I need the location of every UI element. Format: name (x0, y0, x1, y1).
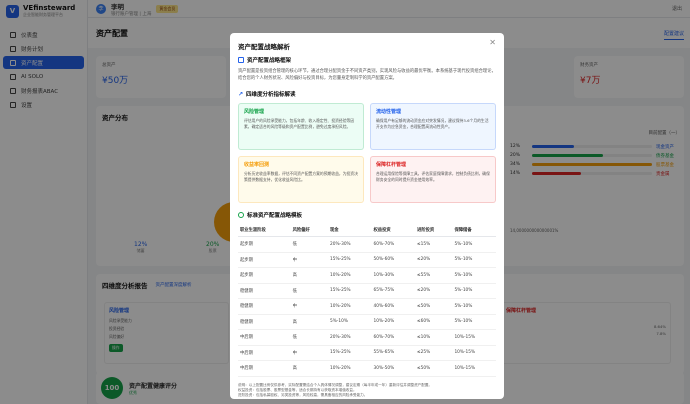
table-cell: 10%-15% (452, 329, 496, 346)
heading-label: 四维度分析指标解读 (246, 92, 296, 98)
indicator-box: 收益率回测分析历史收益率数据，评估不同资产配置方案的预期收益，为投资决策提供数据… (238, 156, 364, 203)
table-cell: 60%-70% (371, 329, 416, 346)
table-cell: 稳健期 (238, 314, 291, 330)
table-header: 现金 (327, 224, 372, 237)
indicator-text: 合理运用保险等保障工具，评估家庭保障需求，控制负债比例，确保财务安全的同时提升资… (376, 171, 490, 182)
shield-icon (238, 212, 244, 218)
book-icon (238, 57, 244, 63)
table-cell: 15%-25% (327, 283, 372, 299)
heading-label: 资产配置战略框架 (247, 58, 292, 64)
table-cell: ≤60% (415, 314, 453, 330)
table-cell: 30%-50% (371, 360, 416, 377)
table-row: 稳健期中 10%-20% 40%-60% ≤50% 5%-10% (238, 298, 496, 315)
table-header: 进阶投资 (415, 224, 453, 237)
table-cell: 60%-70% (371, 236, 416, 253)
table-cell: ≤20% (415, 252, 453, 268)
notes: 说明：以上配置比例仅供参考，实际配置需结合个人具体情况调整，建议定期（每半年或一… (238, 383, 496, 400)
table-cell: 高 (290, 314, 328, 330)
section-heading: 资产配置战略框架 (238, 56, 496, 64)
table-cell: ≤50% (415, 298, 453, 315)
table-cell: 高 (290, 267, 328, 284)
table-row: 起步期高 10%-20% 10%-30% ≤55% 5%-10% (238, 267, 496, 284)
table-cell: 中 (290, 345, 328, 361)
table-header-row: 职业生涯阶段 风险偏好 现金 权益投资 进阶投资 保障储备 (238, 224, 496, 237)
table-cell: 5%-10% (327, 314, 372, 330)
table-cell: 5%-10% (452, 236, 496, 253)
indicator-box: 保障杠杆管理合理运用保险等保障工具，评估家庭保障需求，控制负债比例，确保财务安全… (370, 156, 496, 203)
table-cell: 10%-20% (327, 360, 372, 377)
heading-label: 标准资产配置战略模板 (247, 213, 303, 219)
indicator-grid: 风险管理评估用户的风险承受能力，包括年龄、收入稳定性、投资经验等因素，确定适合的… (238, 103, 496, 203)
table-cell: 起步期 (238, 252, 291, 268)
modal-title: 资产配置战略解析 (238, 43, 290, 51)
indicator-title: 收益率回测 (244, 162, 270, 168)
indicator-title: 流动性管理 (376, 109, 402, 115)
indicator-title: 风险管理 (244, 109, 265, 115)
table-cell: 起步期 (238, 267, 291, 284)
table-cell: 20%-30% (327, 236, 372, 253)
indicator-box: 风险管理评估用户的风险承受能力，包括年龄、收入稳定性、投资经验等因素，确定适合的… (238, 103, 364, 150)
table-cell: 5%-10% (452, 252, 496, 268)
table-cell: 10%-20% (371, 314, 416, 330)
table-cell: 中 (290, 298, 328, 315)
table-cell: 低 (290, 283, 328, 299)
table-row: 起步期低 20%-30% 60%-70% ≤15% 5%-10% (238, 236, 496, 253)
table-row: 稳健期低 15%-25% 65%-75% ≤20% 5%-10% (238, 283, 496, 299)
table-cell: 中 (290, 252, 328, 268)
table-header: 权益投资 (371, 224, 416, 237)
table-cell: ≤25% (415, 345, 453, 361)
table-cell: 稳健期 (238, 283, 291, 299)
table-cell: 低 (290, 329, 328, 346)
table-cell: 高 (290, 360, 328, 377)
table-header: 风险偏好 (290, 224, 328, 237)
table-cell: 20%-30% (327, 329, 372, 346)
section-heading: ↗ 四维度分析指标解读 (238, 90, 496, 99)
table-cell: 10%-20% (327, 267, 372, 284)
strategy-modal: 资产配置战略解析 ✕ 资产配置战略框架 资产配置是投资组合管理的核心环节，通过合… (230, 33, 504, 399)
table-cell: ≤20% (415, 283, 453, 299)
indicator-text: 确保用户有足够的流动资金应对突发情况，建议保持3-6个月的生活开支作为应急资金，… (376, 118, 489, 129)
table-cell: 起步期 (238, 236, 291, 253)
table-cell: 中后期 (238, 329, 291, 346)
table-cell: 5%-10% (452, 267, 496, 284)
table-cell: 15%-25% (327, 345, 372, 361)
table-cell: ≤50% (415, 360, 453, 377)
table-row: 中后期高 10%-20% 30%-50% ≤50% 10%-15% (238, 360, 496, 377)
template-table: 职业生涯阶段 风险偏好 现金 权益投资 进阶投资 保障储备 起步期低 20%-30% 60%-… (238, 224, 496, 377)
table-body: 起步期低 20%-30% 60%-70% ≤15% 5%-10% 起步期中 15%-25% 5… (238, 236, 496, 377)
table-row: 起步期中 15%-25% 50%-60% ≤20% 5%-10% (238, 252, 496, 268)
table-cell: 5%-10% (452, 314, 496, 330)
table-row: 中后期中 15%-25% 55%-65% ≤25% 10%-15% (238, 345, 496, 361)
table-cell: 15%-25% (327, 252, 372, 268)
intro-text: 资产配置是投资组合管理的核心环节，通过合理分配资金于不同资产类别，实现风险与收益… (238, 69, 496, 81)
table-cell: 5%-10% (452, 298, 496, 315)
close-icon[interactable]: ✕ (489, 38, 496, 47)
table-cell: 10%-15% (452, 345, 496, 361)
table-cell: 65%-75% (371, 283, 416, 299)
table-cell: 10%-20% (327, 298, 372, 315)
table-cell: ≤15% (415, 236, 453, 253)
table-cell: ≤10% (415, 329, 453, 346)
indicator-box: 流动性管理确保用户有足够的流动资金应对突发情况，建议保持3-6个月的生活开支作为… (370, 103, 496, 150)
table-row: 稳健期高 5%-10% 10%-20% ≤60% 5%-10% (238, 314, 496, 330)
indicator-title: 保障杠杆管理 (376, 162, 407, 168)
table-cell: 50%-60% (371, 252, 416, 268)
table-row: 中后期低 20%-30% 60%-70% ≤10% 10%-15% (238, 329, 496, 346)
table-cell: 稳健期 (238, 298, 291, 315)
table-cell: 5%-10% (452, 283, 496, 299)
table-cell: 55%-65% (371, 345, 416, 361)
indicator-text: 分析历史收益率数据，评估不同资产配置方案的预期收益，为投资决策提供数据支持，优化… (244, 171, 358, 182)
table-cell: 10%-15% (452, 360, 496, 377)
indicator-text: 评估用户的风险承受能力，包括年龄、收入稳定性、投资经验等因素，确定适合的风险等级… (244, 118, 355, 129)
table-header: 保障储备 (452, 224, 496, 237)
section-heading: 标准资产配置战略模板 (238, 211, 496, 219)
table-cell: 40%-60% (371, 298, 416, 315)
table-header: 职业生涯阶段 (238, 224, 291, 237)
trend-icon: ↗ (238, 90, 244, 98)
table-cell: ≤55% (415, 267, 453, 284)
table-cell: 10%-30% (371, 267, 416, 284)
table-cell: 中后期 (238, 360, 291, 377)
table-cell: 低 (290, 236, 328, 253)
table-cell: 中后期 (238, 345, 291, 361)
